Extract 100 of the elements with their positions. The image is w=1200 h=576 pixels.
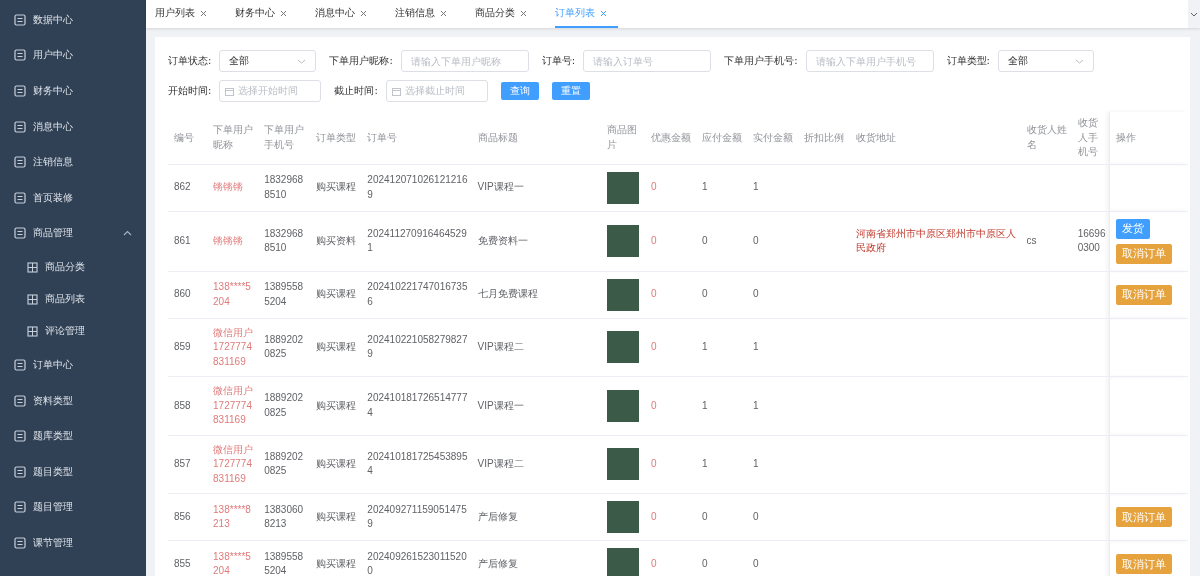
table-cell: VIP课程一	[477, 399, 524, 411]
table-cell: 2024092615230115200	[367, 550, 467, 576]
sidebar-item[interactable]: 用户中心	[0, 37, 146, 74]
table-cell: 0	[701, 288, 708, 300]
sidebar-item[interactable]: 商品管理	[0, 215, 146, 252]
close-icon[interactable]	[600, 9, 607, 17]
close-icon[interactable]	[440, 9, 447, 17]
table-cell: 0	[701, 557, 708, 569]
column-header: 收货人手机号	[1077, 117, 1098, 157]
photo-placeholder	[606, 548, 639, 576]
column-header: 商品图片	[606, 124, 637, 150]
column-header: 收货人姓名	[1026, 124, 1067, 150]
table-cell: 857	[174, 458, 191, 469]
calendar-icon	[225, 86, 235, 96]
table-cell: 锵锵锵	[213, 181, 244, 193]
square-icon	[14, 49, 26, 62]
tab[interactable]: 财务中心	[235, 0, 298, 28]
table-cell: 18329688510	[264, 174, 304, 200]
table-cell: 166960300	[1077, 227, 1106, 253]
sidebar-subitem[interactable]: 商品分类	[0, 251, 146, 284]
table-cell: 产后修复	[477, 510, 518, 522]
chevron-down-icon	[1074, 58, 1084, 64]
table-cell: VIP课程二	[477, 458, 524, 469]
square-icon	[14, 394, 26, 407]
calendar-icon	[391, 86, 401, 96]
table-cell: 购买课程	[316, 288, 357, 300]
table-cell: 0	[701, 510, 708, 522]
table-cell: 858	[174, 399, 191, 411]
square-icon	[14, 536, 26, 549]
table-cell: 1	[701, 458, 708, 469]
tab[interactable]: 用户列表	[155, 0, 218, 28]
table-cell: VIP课程二	[477, 341, 524, 352]
select-field[interactable]: 全部	[219, 50, 317, 72]
close-icon[interactable]	[360, 9, 367, 17]
sidebar-item[interactable]: 课节管理	[0, 525, 146, 561]
table-cell: 0	[650, 181, 657, 193]
column-header: 订单号	[367, 131, 398, 143]
square-icon	[14, 358, 26, 371]
table-cell: 2024102217470167356	[367, 281, 468, 307]
table-cell: 购买课程	[316, 399, 357, 411]
filter-label: 下单用户手机号:	[724, 54, 798, 68]
sidebar-item[interactable]: 注销信息	[0, 144, 146, 180]
column-header: 收货地址	[856, 131, 897, 143]
table-cell: 购买课程	[316, 341, 357, 352]
sidebar-item[interactable]: 订单中心	[0, 347, 146, 383]
table-cell: 855	[174, 557, 191, 569]
square-icon	[14, 156, 26, 169]
square-icon	[14, 13, 26, 26]
column-header: 下单用户昵称	[213, 124, 254, 150]
table-cell: 13895585204	[264, 281, 304, 307]
photo-placeholder	[606, 501, 639, 533]
sidebar-subitem[interactable]: 评论管理	[0, 315, 146, 348]
tab[interactable]: 注销信息	[395, 0, 458, 28]
square-icon	[14, 430, 26, 443]
filter-label: 订单状态:	[168, 54, 212, 68]
table-cell: 0	[650, 557, 657, 569]
tab[interactable]: 消息中心	[315, 0, 378, 28]
sidebar-item[interactable]: 数据中心	[0, 2, 146, 38]
table-cell: 0	[650, 399, 657, 411]
table-cell: 1	[701, 181, 708, 193]
column-header: 编号	[174, 131, 194, 143]
sidebar-item[interactable]: 财务中心	[0, 73, 146, 109]
sidebar-subitem[interactable]: 商品列表	[0, 283, 146, 316]
table-cell: 1	[753, 181, 759, 193]
table-cell: 0	[650, 341, 657, 352]
table-cell: 0	[650, 288, 657, 300]
sidebar-item[interactable]: 题库类型	[0, 418, 146, 454]
column-header: 优惠金额	[650, 131, 691, 143]
photo-placeholder	[606, 225, 639, 257]
tab[interactable]: 商品分类	[475, 0, 538, 28]
column-header: 操作	[1116, 131, 1137, 143]
sidebar-item[interactable]: 消息中心	[0, 108, 146, 145]
select-field[interactable]: 全部	[997, 50, 1094, 72]
square-icon	[14, 501, 26, 514]
table-cell: 0	[650, 510, 657, 522]
table-cell: 18892020825	[264, 450, 304, 477]
table-cell: 860	[174, 288, 191, 300]
grid-icon	[27, 293, 38, 305]
table-cell: 锵锵锵	[213, 234, 244, 246]
sidebar-item[interactable]: 题目管理	[0, 489, 146, 526]
column-header: 折扣比例	[804, 131, 845, 143]
table-cell: 购买课程	[316, 181, 357, 193]
table-cell: 1	[753, 341, 759, 352]
close-icon[interactable]	[200, 9, 207, 17]
table-cell: 1	[753, 458, 759, 469]
photo-placeholder	[606, 171, 639, 204]
table-cell: 856	[174, 510, 191, 522]
table-cell: 138****5204	[213, 550, 251, 576]
table-cell: 2024101817265147774	[367, 392, 468, 418]
photo-placeholder	[606, 278, 639, 311]
table-cell: 859	[174, 341, 191, 352]
sidebar-item[interactable]: 资料类型	[0, 382, 146, 419]
square-icon	[14, 227, 26, 240]
close-icon[interactable]	[520, 9, 527, 17]
table-cell: 2024102210582798279	[367, 333, 468, 360]
photo-placeholder	[606, 448, 639, 481]
sidebar-item[interactable]: 题目类型	[0, 453, 146, 490]
sidebar-item[interactable]: 首页装修	[0, 179, 146, 216]
table-cell: 购买资料	[316, 234, 357, 246]
close-icon[interactable]	[280, 9, 287, 17]
